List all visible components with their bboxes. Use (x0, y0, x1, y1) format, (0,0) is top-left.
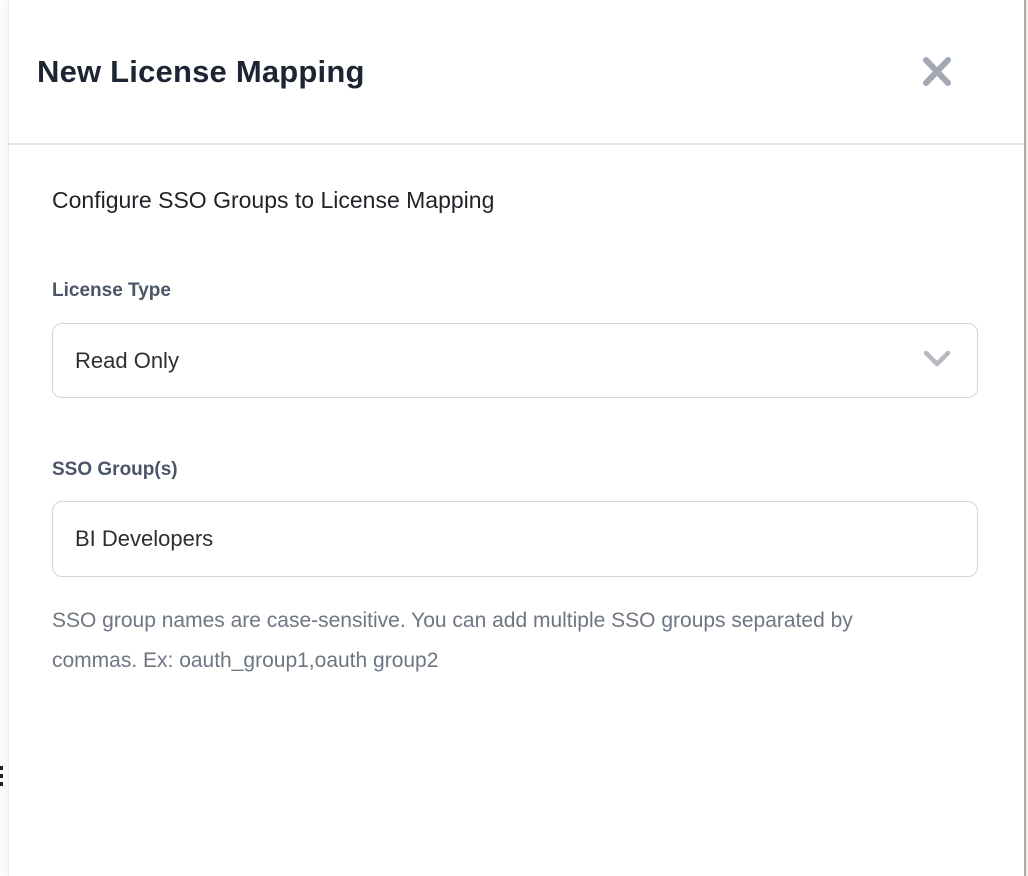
chevron-down-icon (923, 349, 951, 373)
sso-groups-input[interactable] (52, 501, 978, 577)
license-type-field: License Type Read Only (52, 281, 977, 398)
license-type-label: License Type (52, 281, 977, 301)
modal-title: New License Mapping (37, 54, 365, 90)
sso-groups-field: SSO Group(s) SSO group names are case-se… (52, 460, 977, 681)
background-page: New License Mapping Configure SSO Groups… (0, 0, 1028, 876)
license-type-select[interactable]: Read Only (52, 323, 978, 398)
close-button[interactable] (918, 51, 956, 92)
new-license-mapping-modal: New License Mapping Configure SSO Groups… (8, 0, 1024, 876)
sso-groups-label: SSO Group(s) (52, 460, 977, 480)
sso-groups-helper-text: SSO group names are case-sensitive. You … (52, 601, 897, 681)
modal-body: Configure SSO Groups to License Mapping … (9, 145, 1024, 681)
background-menu-fragment (0, 766, 3, 770)
x-icon (922, 76, 952, 91)
background-menu-fragment (0, 774, 3, 778)
background-page-edge-line (1024, 0, 1026, 876)
modal-header: New License Mapping (9, 0, 1024, 145)
modal-description: Configure SSO Groups to License Mapping (52, 186, 977, 214)
background-menu-fragment (0, 782, 3, 786)
license-type-value: Read Only (75, 348, 179, 374)
